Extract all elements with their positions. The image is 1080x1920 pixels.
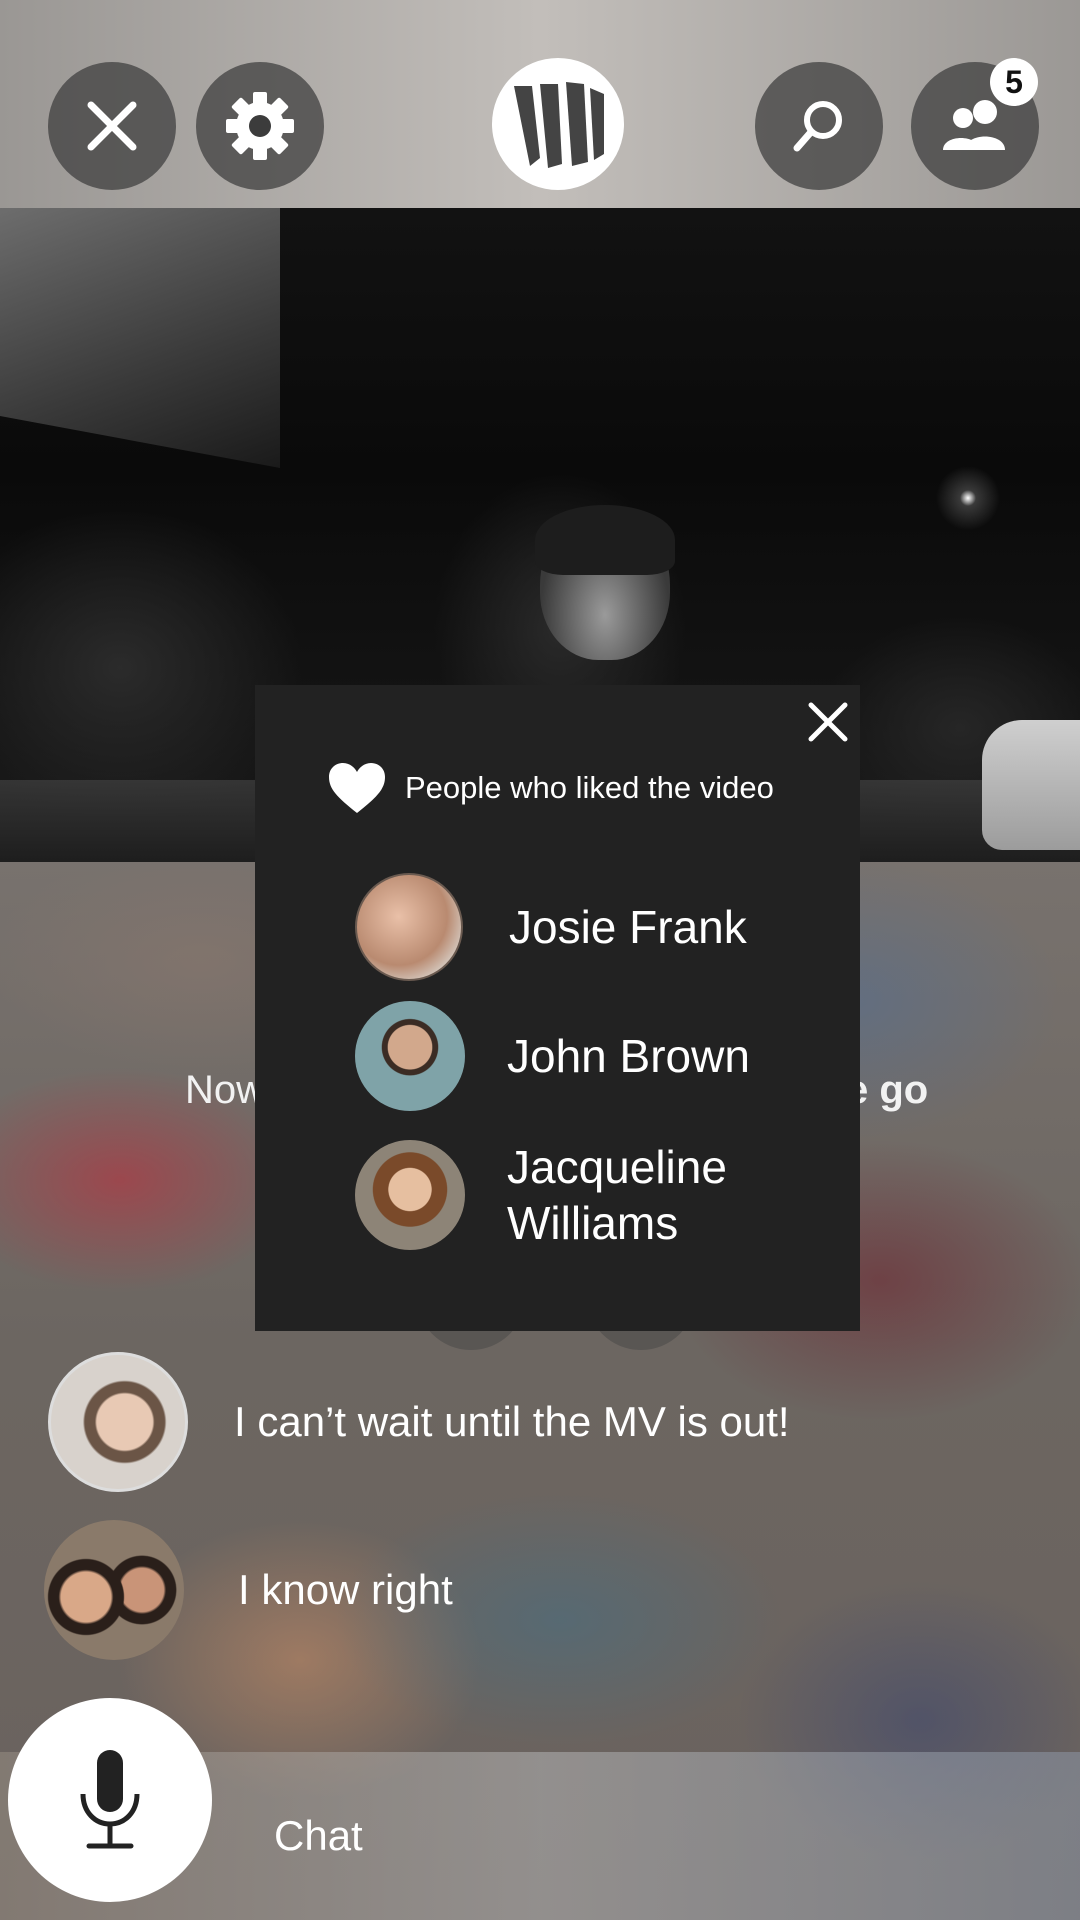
logo-icon — [514, 82, 604, 168]
popup-header: People who liked the video — [327, 761, 774, 815]
chat-message-text: I know right — [238, 1566, 453, 1613]
chat-message-text: I can’t wait until the MV is out! — [234, 1398, 790, 1445]
friends-count-badge: 5 — [990, 58, 1038, 106]
popup-close-icon[interactable] — [803, 697, 853, 747]
chat-message: I know right — [44, 1520, 453, 1660]
avatar — [355, 1140, 465, 1250]
chat-input-label[interactable]: Chat — [274, 1812, 363, 1860]
likes-popup: People who liked the video Josie Frank J… — [255, 685, 860, 1331]
avatar — [355, 1001, 465, 1111]
video-scene-hair — [535, 505, 675, 575]
behind-text-left: Now — [185, 1068, 266, 1112]
video-scene-car — [982, 720, 1080, 850]
liker-item[interactable]: John Brown — [355, 1001, 750, 1111]
gear-icon — [226, 92, 294, 160]
heart-icon — [329, 763, 385, 813]
liker-item[interactable]: Josie Frank — [355, 873, 747, 981]
search-button[interactable] — [755, 62, 883, 190]
close-icon — [87, 101, 137, 151]
search-icon — [793, 101, 842, 152]
liker-name: John Brown — [507, 1030, 750, 1082]
microphone-button[interactable] — [8, 1698, 212, 1902]
close-button[interactable] — [48, 62, 176, 190]
avatar — [44, 1520, 184, 1660]
popup-title: People who liked the video — [405, 770, 774, 805]
avatar — [355, 873, 463, 981]
people-icon — [943, 100, 1005, 150]
settings-button[interactable] — [196, 62, 324, 190]
chat-message: I can’t wait until the MV is out! — [48, 1352, 790, 1492]
app-logo — [492, 58, 624, 190]
liker-name: Jacqueline Williams — [507, 1141, 727, 1249]
liker-name: Josie Frank — [509, 901, 747, 953]
liker-item[interactable]: Jacqueline Williams — [355, 1139, 767, 1251]
microphone-icon — [80, 1750, 140, 1849]
avatar — [48, 1352, 188, 1492]
